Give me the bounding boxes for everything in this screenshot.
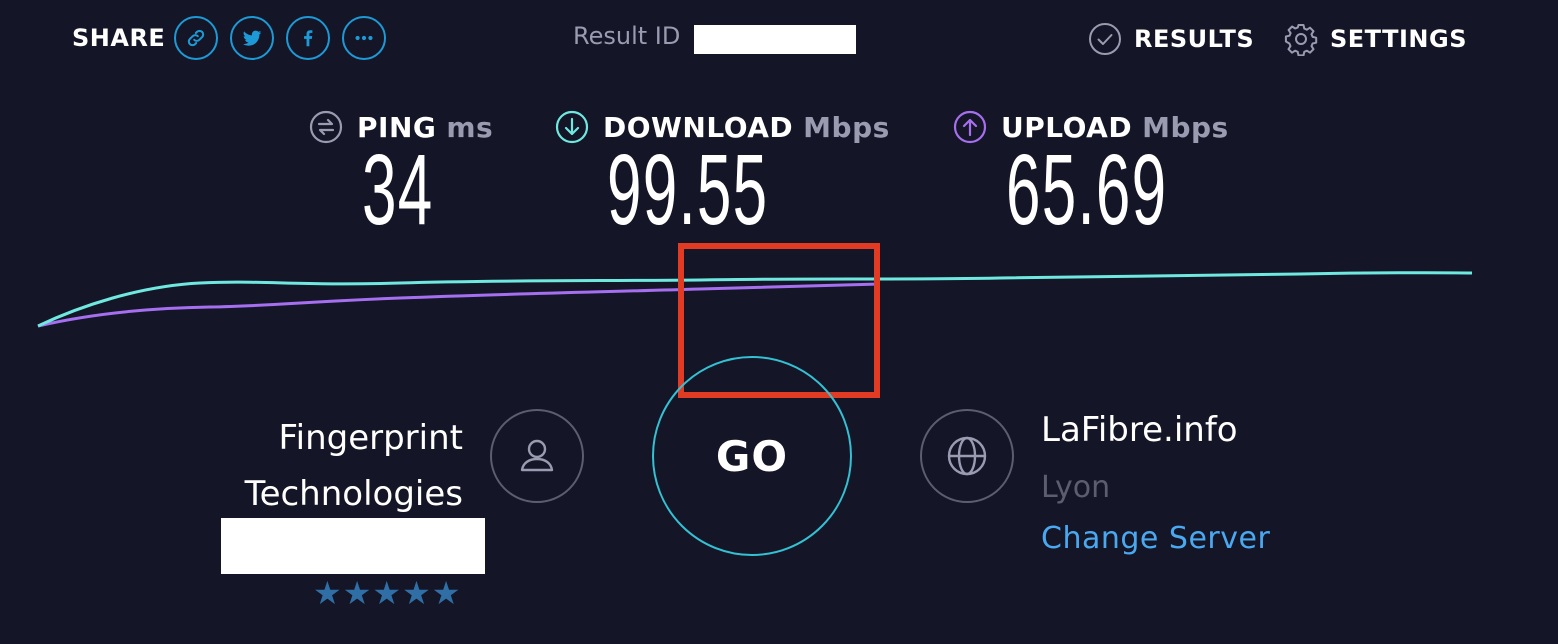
ping-value: 34 [362,134,434,246]
settings-label: SETTINGS [1330,25,1467,53]
star-icon: ★ [431,574,461,612]
ping-unit: ms [446,110,494,144]
isp-name-line2: Technologies [244,474,463,514]
gear-icon [1284,24,1318,56]
link-icon[interactable] [174,16,218,60]
isp-rating: ★ ★ ★ ★ ★ [313,576,460,610]
result-id-value [694,25,856,54]
share-label: SHARE [72,24,166,52]
settings-link[interactable]: SETTINGS [1284,22,1467,56]
download-value: 99.55 [607,134,769,246]
change-server-link[interactable]: Change Server [1041,521,1270,556]
isp-name-line1: Fingerprint [278,418,463,458]
results-label: RESULTS [1134,25,1255,53]
twitter-icon[interactable] [230,16,274,60]
facebook-icon[interactable] [286,16,330,60]
download-unit: Mbps [803,110,890,144]
ping-icon [309,110,343,144]
isp-name: Fingerprint Technologies [245,410,463,522]
globe-icon [920,409,1014,503]
upload-icon [953,110,987,144]
more-icon[interactable] [342,16,386,60]
go-button[interactable]: GO [652,356,852,556]
isp-ip-redacted [221,518,485,574]
check-circle-icon [1089,23,1121,55]
user-icon [490,409,584,503]
star-icon: ★ [313,574,342,612]
result-id-label: Result ID [573,22,681,50]
server-location: Lyon [1041,470,1111,505]
server-name: LaFibre.info [1041,410,1238,450]
results-link[interactable]: RESULTS [1088,22,1254,56]
download-icon [555,110,589,144]
upload-value: 65.69 [1006,134,1168,246]
star-icon: ★ [402,574,431,612]
star-icon: ★ [372,574,402,612]
star-icon: ★ [342,574,372,612]
